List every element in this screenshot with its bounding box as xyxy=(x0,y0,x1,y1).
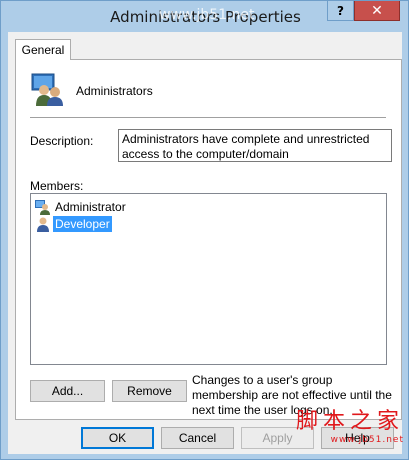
user-icon xyxy=(35,199,50,215)
membership-note: Changes to a user's group membership are… xyxy=(192,373,392,417)
list-item[interactable]: Administrator xyxy=(35,198,128,215)
remove-button[interactable]: Remove xyxy=(112,380,187,402)
group-name: Administrators xyxy=(76,84,153,98)
tab-general[interactable]: General xyxy=(15,39,71,60)
apply-button[interactable]: Apply xyxy=(241,427,314,449)
close-button[interactable]: ✕ xyxy=(354,1,400,21)
members-label: Members: xyxy=(30,179,84,193)
group-users-icon xyxy=(31,73,63,106)
user-icon xyxy=(37,217,49,232)
help-button[interactable]: Help xyxy=(321,427,394,449)
list-item[interactable]: Developer xyxy=(35,215,112,232)
member-name: Developer xyxy=(53,215,112,232)
separator xyxy=(30,117,386,118)
add-button[interactable]: Add... xyxy=(30,380,105,402)
members-list[interactable]: Administrator Developer xyxy=(30,193,387,365)
properties-window: Administrators Properties www.jb51.net ?… xyxy=(0,0,409,460)
description-label: Description: xyxy=(30,134,94,148)
title-help-button[interactable]: ? xyxy=(327,1,354,21)
ok-button[interactable]: OK xyxy=(81,427,154,449)
dialog-client: General Administrators Description: Admi… xyxy=(8,32,402,454)
general-panel: Administrators Description: Administrato… xyxy=(15,59,402,420)
description-field[interactable]: Administrators have complete and unrestr… xyxy=(118,129,392,162)
member-name: Administrator xyxy=(55,199,126,214)
title-bar-buttons: ? ✕ xyxy=(327,1,400,21)
cancel-button[interactable]: Cancel xyxy=(161,427,234,449)
